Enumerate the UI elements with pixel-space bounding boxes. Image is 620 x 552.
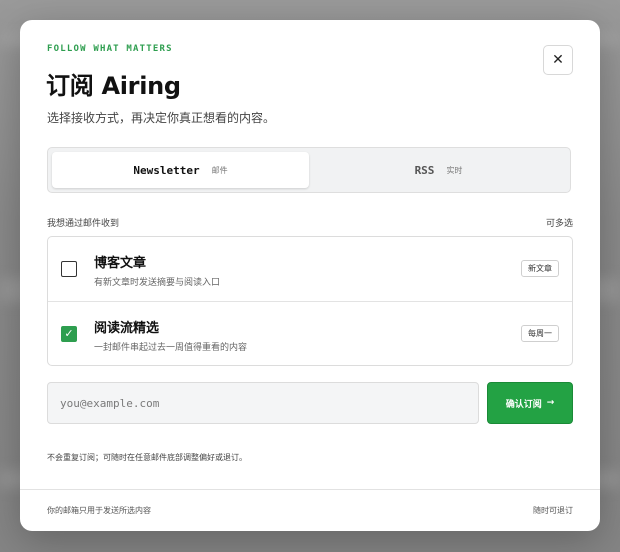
tab-sublabel: 实时 (446, 165, 463, 175)
tab-label: Newsletter (133, 163, 200, 177)
checkbox-reading-digest[interactable]: ✓ (61, 326, 77, 342)
footer-right-text: 随时可退订 (533, 506, 573, 515)
option-blog-posts[interactable]: 博客文章 有新文章时发送摘要与阅读入口 新文章 (48, 237, 572, 302)
tab-label: RSS (414, 163, 435, 177)
checkmark-icon: ✓ (64, 327, 74, 340)
close-button[interactable]: ✕ (543, 45, 573, 75)
option-title: 博客文章 (94, 256, 147, 271)
checkbox-blog-posts[interactable] (61, 261, 77, 277)
section-label: 我想通过邮件收到 (47, 219, 120, 229)
subscribe-modal: FOLLOW WHAT MATTERS ✕ 订阅 Airing 选择接收方式，再… (20, 20, 600, 531)
option-badge: 每周一 (521, 325, 559, 342)
section-hint: 可多选 (545, 219, 573, 229)
options-list: 博客文章 有新文章时发送摘要与阅读入口 新文章 ✓ 阅读流精选 一封邮件串起过去… (47, 236, 573, 366)
submit-label: 确认订阅 (505, 399, 542, 410)
close-icon: ✕ (552, 52, 564, 68)
modal-footer: 你的邮箱只用于发送所选内容 随时可退订 (20, 489, 600, 531)
option-description: 一封邮件串起过去一周值得重看的内容 (94, 343, 248, 353)
privacy-note: 不会重复订阅；可随时在任意邮件底部调整偏好或退订。 (47, 453, 247, 462)
arrow-right-icon: → (546, 398, 555, 408)
tab-rss[interactable]: RSS 实时 (310, 152, 567, 188)
email-input[interactable] (47, 382, 479, 424)
option-description: 有新文章时发送摘要与阅读入口 (94, 278, 221, 288)
option-title: 阅读流精选 (94, 321, 160, 336)
tab-sublabel: 邮件 (211, 165, 228, 175)
delivery-tabs: Newsletter 邮件 RSS 实时 (47, 147, 571, 193)
option-reading-digest[interactable]: ✓ 阅读流精选 一封邮件串起过去一周值得重看的内容 每周一 (48, 302, 572, 366)
option-badge: 新文章 (521, 260, 559, 277)
eyebrow-text: FOLLOW WHAT MATTERS (47, 44, 173, 54)
footer-left-text: 你的邮箱只用于发送所选内容 (47, 506, 151, 515)
tab-newsletter[interactable]: Newsletter 邮件 (52, 152, 309, 188)
confirm-subscribe-button[interactable]: 确认订阅 → (487, 382, 573, 424)
modal-subtitle: 选择接收方式，再决定你真正想看的内容。 (47, 111, 276, 125)
modal-title: 订阅 Airing (46, 72, 181, 100)
